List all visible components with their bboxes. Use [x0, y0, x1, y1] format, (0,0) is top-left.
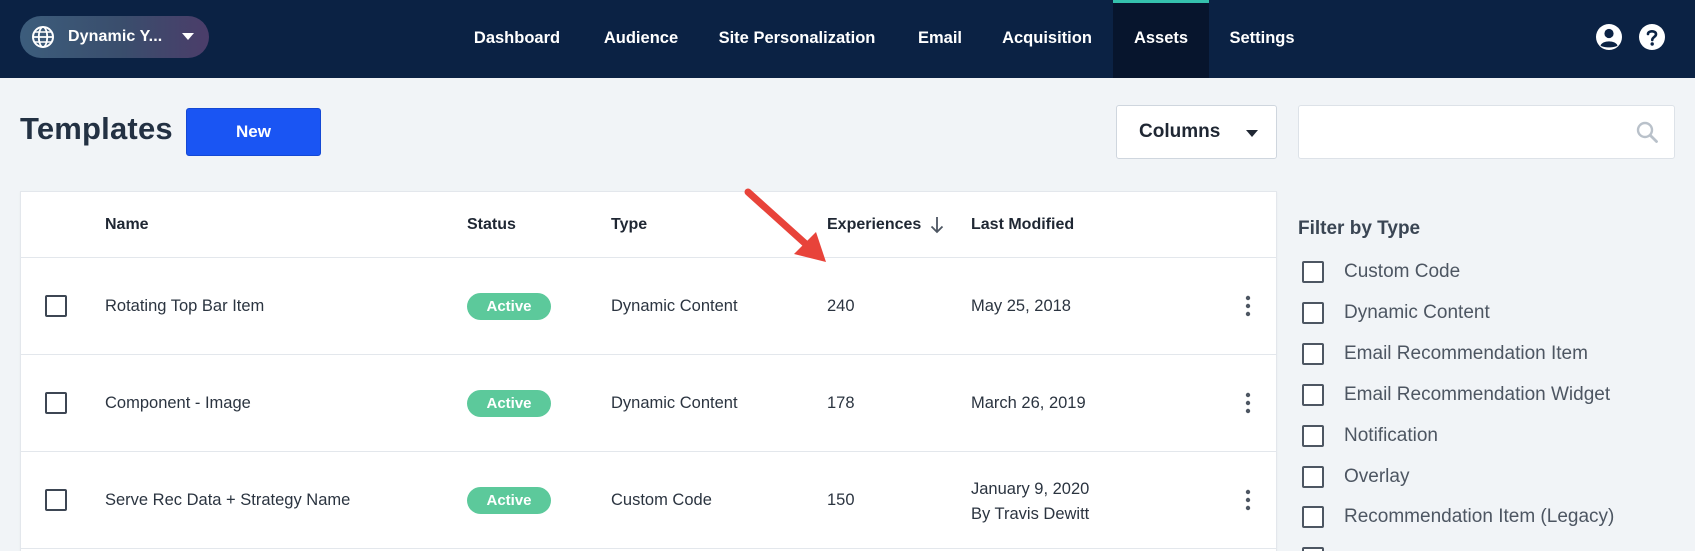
- column-header-experiences-label: Experiences: [827, 216, 922, 233]
- tab-dashboard[interactable]: Dashboard: [463, 0, 571, 78]
- experiences-count: 240: [827, 297, 855, 315]
- row-checkbox[interactable]: [45, 295, 67, 317]
- annotation-arrow: [744, 188, 826, 262]
- filter-label: Recommendation Item (Legacy): [1344, 506, 1615, 527]
- site-selector[interactable]: Dynamic Y...: [20, 16, 209, 58]
- filter-checkbox[interactable]: [1302, 261, 1324, 283]
- experiences-count: 178: [827, 394, 855, 412]
- arrow-down-icon: [931, 217, 944, 234]
- filter-option-email-recommendation-widget[interactable]: Email Recommendation Widget: [1302, 383, 1610, 407]
- more-options-icon[interactable]: [1239, 391, 1257, 415]
- filter-label: Email Recommendation Item: [1344, 343, 1588, 364]
- filter-label: Custom Code: [1344, 261, 1461, 282]
- table-row[interactable]: Serve Rec Data + Strategy Name Active Cu…: [21, 452, 1276, 549]
- columns-dropdown[interactable]: Columns: [1116, 105, 1277, 159]
- status-badge: Active: [467, 390, 551, 417]
- filter-checkbox[interactable]: [1302, 547, 1324, 551]
- help-icon[interactable]: [1638, 23, 1666, 51]
- status-badge: Active: [467, 487, 551, 514]
- filter-checkbox[interactable]: [1302, 425, 1324, 447]
- template-name[interactable]: Component - Image: [105, 394, 251, 413]
- user-icon[interactable]: [1595, 23, 1623, 51]
- filter-option-email-recommendation-item[interactable]: Email Recommendation Item: [1302, 342, 1588, 366]
- tab-assets[interactable]: Assets: [1113, 0, 1209, 78]
- page-title: Templates: [20, 111, 173, 146]
- template-name[interactable]: Rotating Top Bar Item: [105, 297, 264, 316]
- last-modified-cell: January 9, 2020 By Travis Dewitt: [971, 477, 1089, 527]
- last-modified-date: March 26, 2019: [971, 394, 1086, 412]
- columns-label: Columns: [1139, 121, 1221, 142]
- new-template-button[interactable]: New: [186, 108, 321, 156]
- template-type: Dynamic Content: [611, 297, 738, 315]
- more-options-icon[interactable]: [1239, 294, 1257, 318]
- filter-option-overlay[interactable]: Overlay: [1302, 465, 1409, 489]
- tab-audience[interactable]: Audience: [593, 0, 689, 78]
- template-type: Dynamic Content: [611, 394, 738, 412]
- filter-checkbox[interactable]: [1302, 343, 1324, 365]
- filter-option-partial[interactable]: [1302, 546, 1324, 551]
- filter-label: Email Recommendation Widget: [1344, 384, 1611, 405]
- template-type: Custom Code: [611, 491, 712, 509]
- column-header-last-modified[interactable]: Last Modified: [971, 216, 1074, 234]
- column-header-experiences[interactable]: Experiences: [827, 216, 944, 234]
- experiences-count: 150: [827, 491, 855, 509]
- filter-option-custom-code[interactable]: Custom Code: [1302, 260, 1460, 284]
- chevron-down-icon: [182, 33, 194, 40]
- last-modified-date: January 9, 2020: [971, 480, 1090, 498]
- column-header-type[interactable]: Type: [611, 216, 647, 234]
- more-options-icon[interactable]: [1239, 488, 1257, 512]
- template-name[interactable]: Serve Rec Data + Strategy Name: [105, 491, 350, 510]
- filter-title: Filter by Type: [1298, 218, 1421, 239]
- filter-option-dynamic-content[interactable]: Dynamic Content: [1302, 301, 1490, 325]
- column-header-status[interactable]: Status: [467, 216, 516, 234]
- filter-label: Overlay: [1344, 466, 1410, 487]
- tab-email[interactable]: Email: [908, 0, 972, 78]
- tab-site-personalization[interactable]: Site Personalization: [714, 0, 880, 78]
- status-badge: Active: [467, 293, 551, 320]
- table-row[interactable]: Component - Image Active Dynamic Content…: [21, 355, 1276, 452]
- filter-checkbox[interactable]: [1302, 506, 1324, 528]
- top-nav-bar: Dynamic Y... Dashboard Audience Site Per…: [0, 0, 1695, 78]
- filter-checkbox[interactable]: [1302, 466, 1324, 488]
- filter-checkbox[interactable]: [1302, 384, 1324, 406]
- column-header-name[interactable]: Name: [105, 216, 149, 234]
- search-icon[interactable]: [1635, 120, 1659, 144]
- filter-checkbox[interactable]: [1302, 302, 1324, 324]
- filter-label: Dynamic Content: [1344, 302, 1490, 323]
- globe-icon: [32, 26, 54, 48]
- last-modified-by: By Travis Dewitt: [971, 505, 1090, 523]
- filter-label: Notification: [1344, 425, 1438, 446]
- templates-table: Name Status Type Experiences Last Modifi…: [20, 191, 1277, 551]
- chevron-down-icon: [1246, 130, 1258, 137]
- search-input[interactable]: [1298, 105, 1675, 159]
- table-row[interactable]: Rotating Top Bar Item Active Dynamic Con…: [21, 258, 1276, 355]
- filter-option-recommendation-item-legacy[interactable]: Recommendation Item (Legacy): [1302, 505, 1614, 529]
- site-name: Dynamic Y...: [68, 28, 163, 45]
- tab-acquisition[interactable]: Acquisition: [997, 0, 1097, 78]
- tab-settings[interactable]: Settings: [1222, 0, 1302, 78]
- filter-option-notification[interactable]: Notification: [1302, 424, 1438, 448]
- last-modified-date: May 25, 2018: [971, 297, 1071, 315]
- row-checkbox[interactable]: [45, 489, 67, 511]
- row-checkbox[interactable]: [45, 392, 67, 414]
